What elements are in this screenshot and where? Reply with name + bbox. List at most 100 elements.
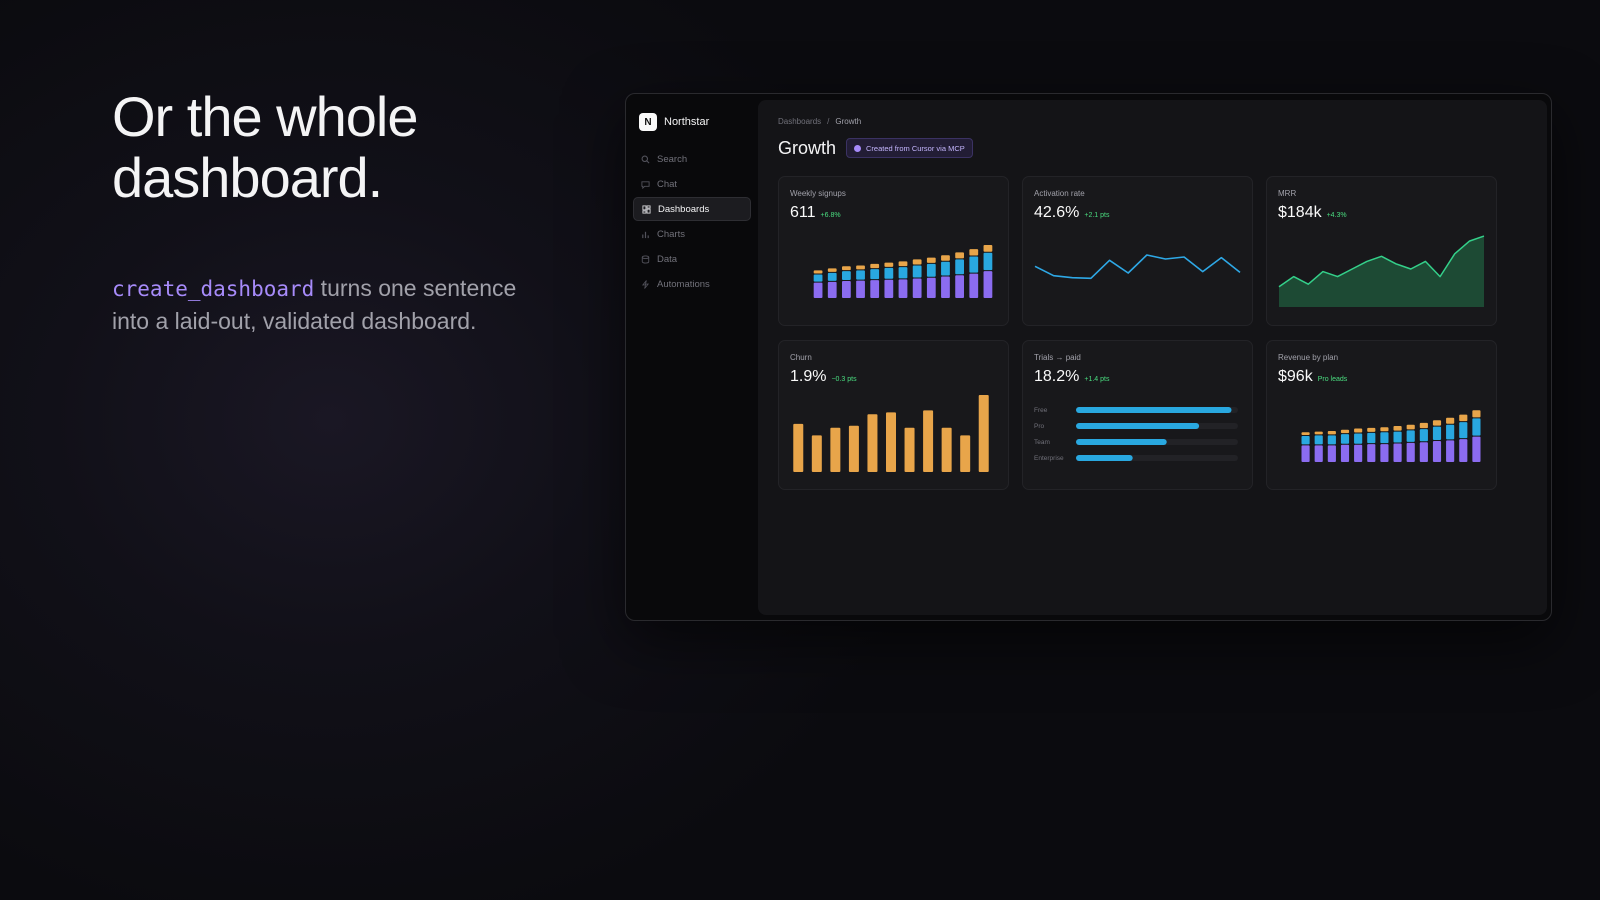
stacked-bar-segment [1327,435,1336,445]
hero-code: create_dashboard [112,277,315,301]
stacked-bar-segment [1393,425,1402,431]
stacked-bar-segment [941,261,950,276]
stacked-bar-segment [941,276,950,298]
stacked-bar-segment [1393,443,1402,462]
stacked-bar-segment [955,252,965,259]
card-activation-rate[interactable]: Activation rate 42.6% +2.1 pts [1022,176,1253,326]
churn-bar [830,427,841,472]
sidebar-item-label: Data [657,253,678,265]
stacked-bar-segment [1432,420,1442,426]
hero-title: Or the whole dashboard. [112,85,419,209]
card-churn[interactable]: Churn 1.9% −0.3 pts [778,340,1009,490]
stacked-bar-segment [912,265,922,278]
sidebar-item-chat[interactable]: Chat [633,172,751,196]
stacked-bar-segment [1367,432,1376,444]
trials-bar [1076,439,1167,445]
mcp-badge: Created from Cursor via MCP [846,138,973,158]
lightning-icon [641,279,650,289]
stacked-bar-segment [1367,444,1376,462]
stacked-bar-segment [856,270,865,280]
mrr-area [1279,236,1484,307]
sidebar-item-search[interactable]: Search [633,147,751,171]
stacked-bar-segment [1314,445,1323,462]
breadcrumb-separator: / [827,117,830,126]
sidebar-nav: Search Chat Dashboards Charts Data Autom… [633,147,751,297]
stacked-bar-segment [1472,436,1481,462]
stacked-bar-segment [813,274,823,282]
brand-logo: N [639,113,657,131]
card-trials-to-paid[interactable]: Trials → paid 18.2% +1.4 pts Free Pro Team E… [1022,340,1253,490]
sidebar-item-label: Charts [657,228,685,240]
stacked-bar-segment [912,259,922,265]
stacked-bar-segment [884,267,894,279]
churn-bar [867,414,878,472]
stacked-bar-segment [1340,429,1350,434]
stacked-bar-segment [827,281,837,298]
trials-category-label: Team [1034,439,1050,446]
stacked-bar-segment [813,270,823,274]
stacked-bar-segment [1327,445,1336,462]
breadcrumb: Dashboards / Growth [778,117,861,126]
mcp-badge-label: Created from Cursor via MCP [866,143,965,153]
brand-name: Northstar [664,116,710,128]
chat-icon [641,180,650,189]
stacked-bar-segment [1380,444,1389,462]
trials-category-label: Enterprise [1034,455,1064,462]
stacked-bar-segment [955,275,965,298]
card-revenue-by-plan[interactable]: Revenue by plan $96k Pro leads [1266,340,1497,490]
stacked-bar-segment [813,282,823,298]
stacked-bar-segment [1406,424,1415,430]
stacked-bar-segment [1354,428,1363,433]
stacked-bar-segment [1472,418,1481,436]
sidebar-item-label: Search [657,153,688,165]
churn-bar [941,427,952,472]
trials-bar [1076,423,1200,429]
churn-bar [886,412,896,472]
weekly-signups-chart [813,245,993,298]
stacked-bar-segment [1301,432,1310,435]
stacked-bar-segment [1406,430,1415,442]
stacked-bar-segment [827,272,837,281]
stacked-bar-segment [1459,422,1468,439]
chart-icon [642,231,649,238]
churn-bar [848,425,859,472]
stacked-bar-segment [1459,414,1468,422]
stacked-bar-segment [841,281,851,298]
stacked-bar-segment [1446,417,1455,424]
stacked-bar-segment [870,269,880,280]
stacked-bar-segment [983,252,993,271]
churn-bar [793,423,804,472]
sidebar-item-dashboards[interactable]: Dashboards [633,197,751,221]
stacked-bar-segment [1459,439,1468,462]
churn-bar [923,410,934,472]
breadcrumb-growth: Growth [835,117,862,126]
stacked-bar-segment [926,257,936,263]
card-weekly-signups[interactable]: Weekly signups 611 +6.8% [778,176,1009,326]
sidebar-item-data[interactable]: Data [633,247,751,271]
stacked-bar-segment [827,268,837,272]
stacked-bar-segment [969,249,979,256]
trials-bar [1076,407,1232,413]
stacked-bar-segment [1354,433,1363,444]
stacked-bar-segment [1406,442,1415,462]
sidebar-item-label: Chat [657,178,678,190]
stacked-bar-segment [1380,427,1389,432]
stacked-bar-segment [884,262,894,267]
sidebar-item-charts[interactable]: Charts [633,222,751,246]
stacked-bar-segment [1340,434,1350,444]
stacked-bar-segment [1301,445,1310,462]
churn-chart [793,395,989,472]
workspace-switcher[interactable]: N Northstar [639,113,709,131]
sidebar-item-automations[interactable]: Automations [633,272,751,296]
stacked-bar-segment [856,265,865,270]
hero: Or the whole dashboard. create_dashboard… [112,86,552,337]
search-icon [641,155,650,163]
card-mrr[interactable]: MRR $184k +4.3% [1266,176,1497,326]
breadcrumb-dashboards[interactable]: Dashboards [778,117,821,126]
churn-bar [904,427,915,472]
stacked-bar-segment [926,277,936,298]
stacked-bar-segment [1446,424,1455,440]
stacked-bar-segment [1472,410,1481,418]
stacked-bar-segment [1340,444,1350,462]
stacked-bar-segment [983,271,993,298]
